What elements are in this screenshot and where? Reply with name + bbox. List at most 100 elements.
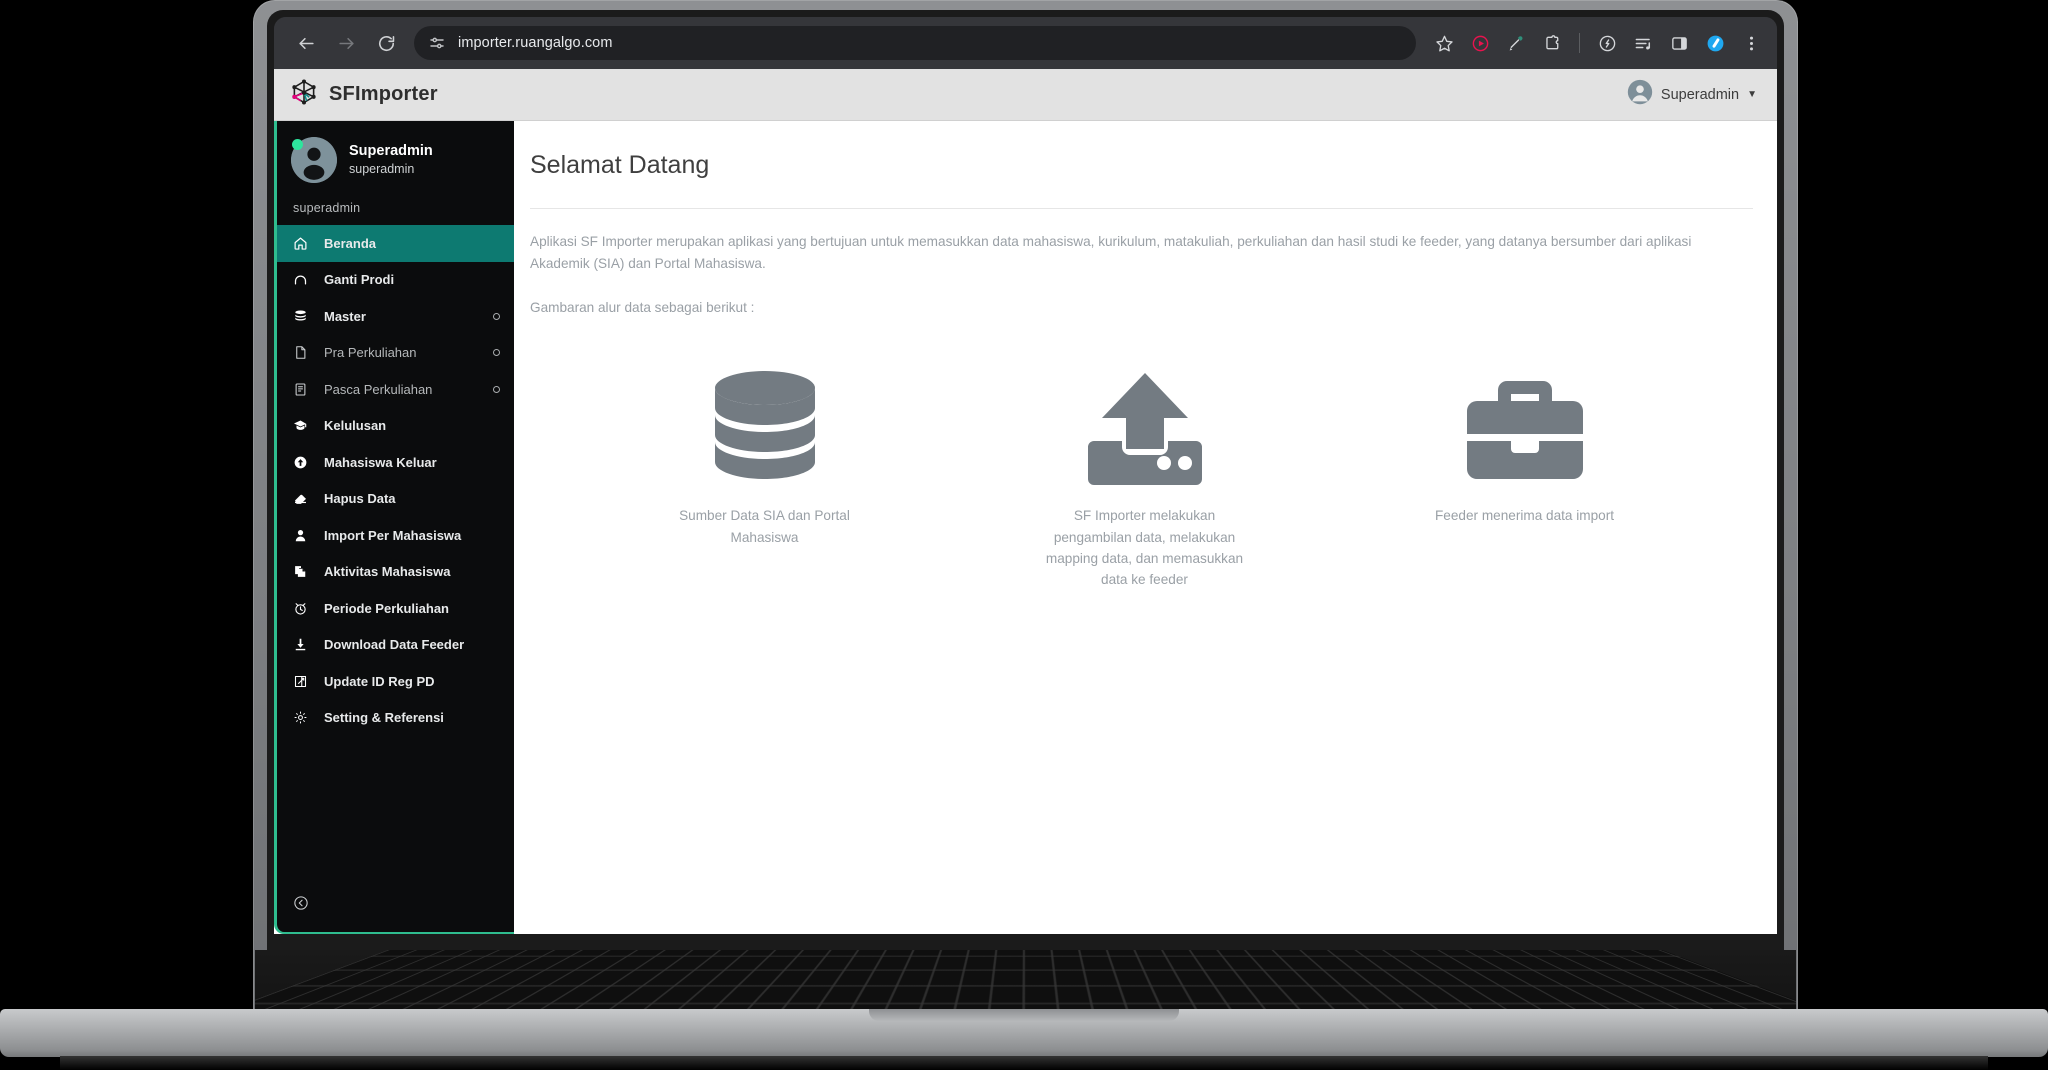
browser-toolbar: importer.ruangalgo.com bbox=[274, 17, 1777, 69]
copy-files-icon bbox=[293, 564, 313, 579]
address-bar-url: importer.ruangalgo.com bbox=[458, 35, 613, 51]
user-solid-icon bbox=[293, 528, 313, 543]
page-title: Selamat Datang bbox=[530, 151, 710, 179]
sidebar-item-label: Kelulusan bbox=[324, 418, 387, 434]
playlist-icon[interactable] bbox=[1627, 27, 1659, 59]
flow-step: SF Importer melakukan pengambilan data, … bbox=[1040, 369, 1250, 591]
flow-step: Sumber Data SIA dan Portal Mahasiswa bbox=[660, 369, 870, 548]
flow-step: Feeder menerima data import bbox=[1420, 369, 1630, 526]
sidebar-item-label: Aktivitas Mahasiswa bbox=[324, 564, 451, 580]
record-icon[interactable] bbox=[1464, 27, 1496, 59]
more-menu-icon[interactable] bbox=[1735, 27, 1767, 59]
sidebar-item-ganti-prodi[interactable]: Ganti Prodi bbox=[277, 262, 514, 299]
profile-avatar-icon[interactable] bbox=[1699, 27, 1731, 59]
network-graph-logo-icon bbox=[290, 78, 318, 111]
home-icon bbox=[293, 236, 313, 251]
laptop-base-notch bbox=[869, 1009, 1179, 1021]
sidebar-item-pasca-perkuliahan[interactable]: Pasca Perkuliahan bbox=[277, 371, 514, 408]
forward-arrow-icon[interactable] bbox=[328, 25, 364, 61]
sidebar-item-label: Setting & Referensi bbox=[324, 710, 444, 726]
extensions-icon[interactable] bbox=[1536, 27, 1568, 59]
sidebar-item-download-data-feeder[interactable]: Download Data Feeder bbox=[277, 627, 514, 664]
download-icon bbox=[293, 637, 313, 652]
sidebar-item-master[interactable]: Master bbox=[277, 298, 514, 335]
sidebar-item-label: Pasca Perkuliahan bbox=[324, 381, 433, 397]
main-content: Selamat Datang Aplikasi SF Importer meru… bbox=[514, 121, 1777, 934]
sidebar-item-label: Download Data Feeder bbox=[324, 637, 465, 653]
flow-step-caption: Feeder menerima data import bbox=[1434, 508, 1615, 524]
flow-intro-text: Gambaran alur data sebagai berikut : bbox=[530, 300, 755, 316]
sidebar-item-label: Mahasiswa Keluar bbox=[324, 454, 437, 470]
collapse-left-icon[interactable] bbox=[277, 895, 514, 932]
user-avatar-icon bbox=[1627, 79, 1653, 110]
app-viewport: SFImporter Superadmin ▼ Superadmin super… bbox=[274, 69, 1777, 934]
sidebar-section-label: superadmin bbox=[293, 201, 361, 215]
database-cylinder-icon bbox=[660, 369, 870, 489]
caret-down-icon[interactable]: ▼ bbox=[1747, 89, 1757, 100]
sidebar-item-kelulusan[interactable]: Kelulusan bbox=[277, 408, 514, 445]
toolbar-divider bbox=[1579, 33, 1580, 53]
laptop-frame: importer.ruangalgo.com SFImporter Supera… bbox=[0, 0, 2048, 1070]
user-menu[interactable]: Superadmin ▼ bbox=[1627, 79, 1757, 110]
data-flow-diagram: Sumber Data SIA dan Portal Mahasiswa SF I… bbox=[530, 369, 1753, 591]
brand-title: SFImporter bbox=[329, 83, 438, 105]
laptop-base-shadow bbox=[60, 1056, 1988, 1070]
side-panel-icon[interactable] bbox=[1663, 27, 1695, 59]
sidebar-item-label: Update ID Reg PD bbox=[324, 673, 435, 689]
alarm-clock-icon bbox=[293, 601, 313, 616]
database-icon bbox=[293, 309, 313, 324]
eraser-icon bbox=[293, 491, 313, 506]
sidebar-item-beranda[interactable]: Beranda bbox=[277, 225, 514, 262]
app-body: Superadmin superadmin superadmin Beranda… bbox=[274, 121, 1777, 934]
back-arrow-icon[interactable] bbox=[288, 25, 324, 61]
browser-window: importer.ruangalgo.com SFImporter Supera… bbox=[274, 17, 1777, 934]
sidebar-profile-name: Superadmin bbox=[349, 142, 433, 159]
sidebar-item-hapus-data[interactable]: Hapus Data bbox=[277, 481, 514, 518]
file-icon bbox=[293, 345, 313, 360]
sidebar-item-import-per-mahasiswa[interactable]: Import Per Mahasiswa bbox=[277, 517, 514, 554]
site-settings-icon[interactable] bbox=[428, 34, 446, 52]
sidebar-item-mahasiswa-keluar[interactable]: Mahasiswa Keluar bbox=[277, 444, 514, 481]
upload-arrow-icon bbox=[1040, 369, 1250, 489]
star-icon[interactable] bbox=[1428, 27, 1460, 59]
submenu-indicator-icon bbox=[493, 385, 500, 393]
intro-paragraph: Aplikasi SF Importer merupakan aplikasi … bbox=[530, 234, 1692, 272]
gear-icon bbox=[293, 710, 313, 725]
submenu-indicator-icon bbox=[493, 349, 500, 357]
sidebar-profile[interactable]: Superadmin superadmin bbox=[277, 121, 514, 193]
sidebar-item-update-id-reg-pd[interactable]: Update ID Reg PD bbox=[277, 663, 514, 700]
briefcase-icon bbox=[1420, 369, 1630, 489]
leaf-icon[interactable] bbox=[1591, 27, 1623, 59]
submenu-indicator-icon bbox=[493, 312, 500, 320]
sidebar-item-label: Beranda bbox=[324, 235, 377, 251]
avatar bbox=[291, 137, 337, 183]
sidebar-item-label: Periode Perkuliahan bbox=[324, 600, 449, 616]
flow-step-caption: SF Importer melakukan pengambilan data, … bbox=[1045, 508, 1244, 588]
sidebar-item-label: Master bbox=[324, 308, 366, 324]
flow-step-caption: Sumber Data SIA dan Portal Mahasiswa bbox=[679, 508, 850, 545]
address-bar[interactable]: importer.ruangalgo.com bbox=[414, 26, 1416, 60]
sidebar-item-label: Import Per Mahasiswa bbox=[324, 527, 462, 543]
app-header: SFImporter Superadmin ▼ bbox=[274, 69, 1777, 121]
sidebar-nav: Beranda Ganti Prodi Master Pra Perkuliahan P… bbox=[277, 225, 514, 895]
sidebar-item-pra-perkuliahan[interactable]: Pra Perkuliahan bbox=[277, 335, 514, 372]
redo-arrow-icon bbox=[293, 272, 313, 287]
online-status-dot bbox=[292, 139, 303, 150]
document-lines-icon bbox=[293, 382, 313, 397]
sidebar-item-label: Ganti Prodi bbox=[324, 272, 395, 288]
graduation-cap-icon bbox=[293, 418, 313, 433]
sidebar-item-setting-referensi[interactable]: Setting & Referensi bbox=[277, 700, 514, 737]
sidebar-item-aktivitas-mahasiswa[interactable]: Aktivitas Mahasiswa bbox=[277, 554, 514, 591]
sidebar-item-periode-perkuliahan[interactable]: Periode Perkuliahan bbox=[277, 590, 514, 627]
sidebar-profile-role: superadmin bbox=[349, 161, 415, 176]
title-divider bbox=[530, 208, 1753, 209]
sidebar: Superadmin superadmin superadmin Beranda… bbox=[274, 121, 514, 934]
content-inner: Aplikasi SF Importer merupakan aplikasi … bbox=[514, 208, 1777, 591]
edit-square-icon bbox=[293, 674, 313, 689]
reload-icon[interactable] bbox=[368, 25, 404, 61]
sidebar-profile-text: Superadmin superadmin bbox=[349, 142, 433, 178]
sidebar-item-label: Pra Perkuliahan bbox=[324, 345, 417, 361]
user-menu-name: Superadmin bbox=[1660, 86, 1740, 103]
eyedropper-icon[interactable] bbox=[1500, 27, 1532, 59]
brand[interactable]: SFImporter bbox=[290, 78, 438, 111]
